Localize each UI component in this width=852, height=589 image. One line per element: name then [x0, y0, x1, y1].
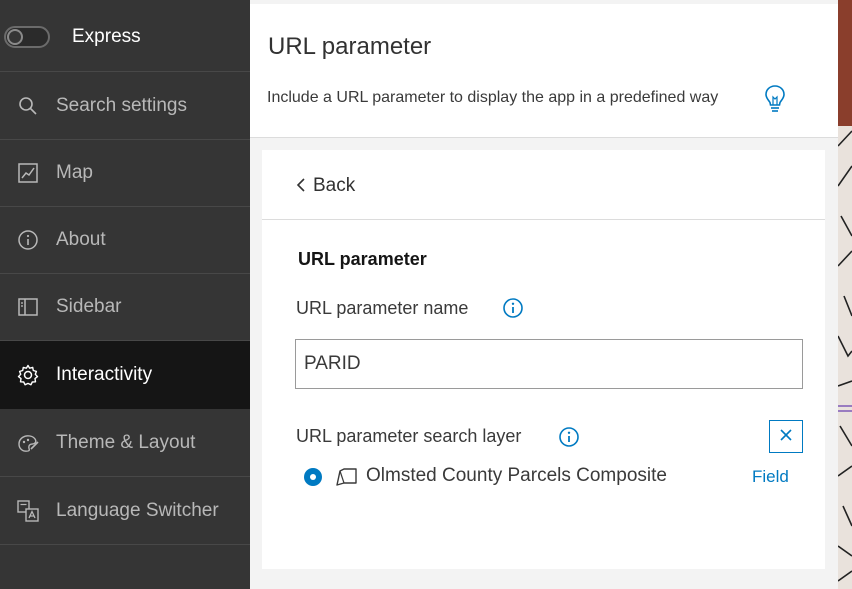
gear-icon [16, 363, 40, 387]
sidebar-item-sidebar[interactable]: Sidebar [0, 274, 250, 341]
close-icon [780, 428, 792, 446]
toggle-knob [7, 29, 23, 45]
chevron-left-icon [296, 178, 306, 197]
lightbulb-icon[interactable] [763, 83, 787, 122]
field-link[interactable]: Field [752, 467, 789, 487]
express-toggle[interactable] [4, 26, 50, 48]
express-toggle-row[interactable]: Express [0, 0, 250, 72]
sidebar-item-search-settings[interactable]: Search settings [0, 72, 250, 140]
section-title: URL parameter [298, 249, 427, 269]
palette-icon [16, 431, 40, 455]
info-icon[interactable] [502, 297, 524, 319]
layer-name: Olmsted County Parcels Composite [366, 465, 667, 486]
feature-layer-icon [335, 467, 359, 492]
sidebar-item-label: Search settings [56, 94, 187, 116]
panel-header: URL parameter Include a URL parameter to… [250, 4, 838, 138]
page-title: URL parameter [268, 33, 432, 60]
page-description: Include a URL parameter to display the a… [267, 89, 719, 106]
url-parameter-name-input[interactable] [295, 339, 803, 389]
map-parcel-lines [838, 130, 852, 582]
express-label: Express [72, 26, 141, 47]
radio-dot [310, 474, 316, 480]
back-label: Back [313, 175, 356, 196]
sidebar-item-label: About [56, 229, 106, 250]
clear-layer-button[interactable] [769, 420, 803, 453]
map-icon [16, 161, 40, 185]
sidebar-item-label: Sidebar [56, 296, 122, 317]
map-preview[interactable] [838, 0, 852, 589]
url-parameter-card: Back URL parameter URL parameter name UR… [262, 150, 825, 569]
url-parameter-name-label: URL parameter name [296, 298, 469, 318]
sidebar-item-label: Language Switcher [56, 499, 219, 521]
sidebar-item-theme-layout[interactable]: Theme & Layout [0, 409, 250, 477]
sidebar-item-language-switcher[interactable]: Language Switcher [0, 477, 250, 545]
sidebar-item-label: Map [56, 162, 93, 183]
language-icon [16, 499, 40, 523]
info-icon [16, 228, 40, 252]
search-icon [16, 94, 40, 118]
back-button[interactable]: Back [262, 150, 825, 220]
sidebar-icon [16, 295, 40, 319]
sidebar-item-label: Theme & Layout [56, 431, 196, 453]
sidebar: Express Search settings Map About Sideba… [0, 0, 250, 589]
sidebar-item-map[interactable]: Map [0, 140, 250, 207]
layer-radio[interactable] [304, 468, 322, 486]
sidebar-item-about[interactable]: About [0, 207, 250, 274]
sidebar-item-label: Interactivity [56, 363, 153, 385]
map-area [838, 0, 852, 126]
sidebar-item-interactivity[interactable]: Interactivity [0, 341, 250, 409]
settings-panel: URL parameter Include a URL parameter to… [250, 0, 838, 589]
url-parameter-search-layer-label: URL parameter search layer [296, 426, 522, 446]
info-icon[interactable] [558, 426, 580, 448]
